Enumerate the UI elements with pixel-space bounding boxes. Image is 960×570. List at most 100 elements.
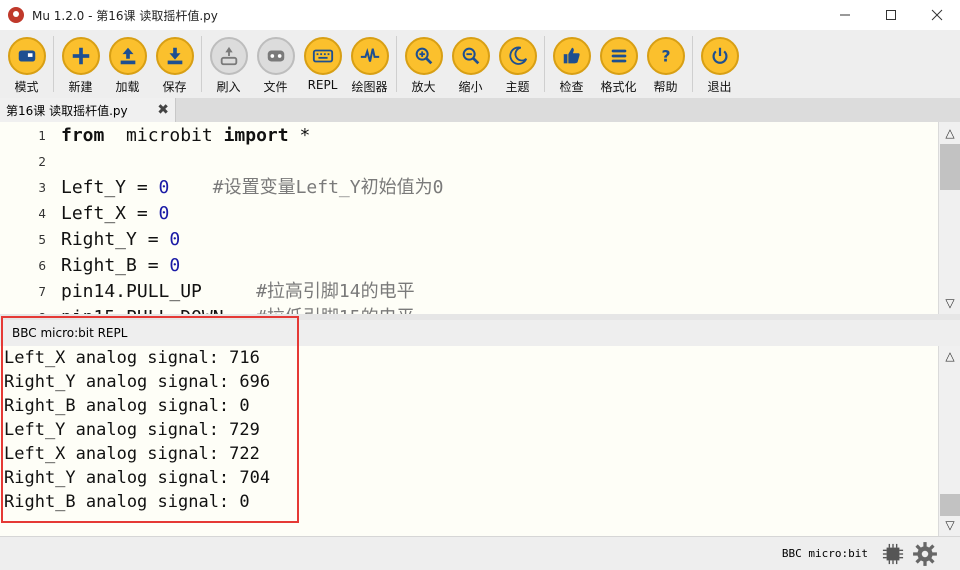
code-line[interactable]: 5 Right_Y = 0 <box>0 227 938 253</box>
line-number: 8 <box>0 305 46 314</box>
repl-line: Left_Y analog signal: 729 <box>4 420 260 440</box>
maximize-icon <box>886 10 896 20</box>
code-token: 0 <box>169 229 181 250</box>
quit-label: 退出 <box>707 80 732 94</box>
check-button[interactable]: 检查 <box>548 30 595 98</box>
plotter-button[interactable]: 绘图器 <box>346 30 393 98</box>
help-button[interactable]: ? 帮助 <box>642 30 689 98</box>
upload-icon <box>120 47 135 65</box>
gear-icon[interactable] <box>912 541 938 567</box>
files-icon <box>267 50 284 62</box>
code-text: Right_Y = 0 <box>61 227 180 253</box>
scroll-down-icon[interactable]: ▽ <box>942 295 958 311</box>
repl-line: Right_Y analog signal: 696 <box>4 372 271 392</box>
files-label: 文件 <box>263 80 288 94</box>
code-token: Right_Y = <box>61 229 170 250</box>
repl-line: Right_B analog signal: 0 <box>4 492 250 512</box>
scroll-up-icon[interactable]: △ <box>942 125 958 141</box>
question-icon: ? <box>661 48 670 66</box>
repl-line: Left_X analog signal: 716 <box>4 348 260 368</box>
code-line[interactable]: 8 pin15.PULL_DOWN #拉低引脚15的电平 <box>0 305 938 314</box>
code-token: * <box>288 125 311 146</box>
code-editor[interactable]: 1 from microbit import * 2 3 Left_Y = 0 #设置变… <box>0 122 960 314</box>
repl-line: Right_B analog signal: 0 <box>4 396 250 416</box>
line-number: 6 <box>38 259 46 273</box>
close-icon <box>931 9 943 21</box>
code-token: #设置变量Left_Y初始值为0 <box>212 177 444 198</box>
load-button[interactable]: 加载 <box>104 30 151 98</box>
code-token: 0 <box>158 177 170 198</box>
flash-label: 刷入 <box>216 80 241 94</box>
moon-icon <box>508 46 527 65</box>
maximize-button[interactable] <box>868 0 914 30</box>
code-token: Left_Y = <box>61 177 159 198</box>
tab-strip: 第16课 读取摇杆值.py ✖ <box>0 98 960 122</box>
pulse-icon <box>360 47 379 62</box>
files-button[interactable]: 文件 <box>252 30 299 98</box>
code-line[interactable]: 2 <box>0 149 938 175</box>
plus-icon <box>72 47 89 65</box>
zoom-in-label: 放大 <box>411 80 436 94</box>
save-label: 保存 <box>162 80 187 94</box>
code-text: pin15.PULL_DOWN #拉低引脚15的电平 <box>61 305 415 314</box>
code-token: 0 <box>158 203 170 224</box>
theme-button[interactable]: 主题 <box>494 30 541 98</box>
lines-icon <box>611 49 626 63</box>
repl-scrollbar[interactable]: △ ▽ <box>938 346 960 536</box>
status-mode[interactable]: BBC micro:bit <box>782 547 868 560</box>
minimize-button[interactable] <box>822 0 868 30</box>
title-bar: Mu 1.2.0 - 第16课 读取摇杆值.py <box>0 0 960 30</box>
mode-button[interactable]: 模式 <box>3 30 50 98</box>
flash-button[interactable]: 刷入 <box>205 30 252 98</box>
editor-scroll-thumb[interactable] <box>940 144 960 190</box>
chip-icon[interactable] <box>882 543 904 565</box>
new-button[interactable]: 新建 <box>57 30 104 98</box>
zoom-out-button[interactable]: 缩小 <box>447 30 494 98</box>
code-text: from microbit import * <box>61 123 310 149</box>
line-number: 2 <box>38 155 46 169</box>
mu-logo-icon <box>8 7 24 23</box>
load-label: 加载 <box>115 80 140 94</box>
window-controls <box>822 0 960 30</box>
check-label: 检查 <box>559 80 584 94</box>
code-text: Right_B = 0 <box>61 253 180 279</box>
repl-line: Left_X analog signal: 722 <box>4 444 260 464</box>
line-number: 4 <box>38 207 46 221</box>
window-title: Mu 1.2.0 - 第16课 读取摇杆值.py <box>32 8 218 23</box>
plotter-label: 绘图器 <box>351 80 388 94</box>
repl-label: REPL <box>307 78 338 92</box>
tidy-button[interactable]: 格式化 <box>595 30 642 98</box>
code-line[interactable]: 1 from microbit import * <box>0 123 938 149</box>
new-label: 新建 <box>68 80 93 94</box>
code-token: pin14.PULL_UP <box>61 281 257 302</box>
tab-file[interactable]: 第16课 读取摇杆值.py ✖ <box>0 98 176 122</box>
close-tab-icon[interactable]: ✖ <box>157 102 169 118</box>
line-number: 3 <box>38 181 46 195</box>
repl-output[interactable]: Left_X analog signal: 716 Right_Y analog … <box>0 346 960 536</box>
code-line[interactable]: 7 pin14.PULL_UP #拉高引脚14的电平 <box>0 279 938 305</box>
close-button[interactable] <box>914 0 960 30</box>
editor-scrollbar[interactable]: △ ▽ <box>938 122 960 314</box>
repl-button[interactable]: REPL <box>299 30 346 98</box>
save-button[interactable]: 保存 <box>151 30 198 98</box>
code-line[interactable]: 4 Left_X = 0 <box>0 201 938 227</box>
code-line[interactable]: 6 Right_B = 0 <box>0 253 938 279</box>
mode-icon <box>18 50 35 62</box>
code-token: Left_X = <box>61 203 159 224</box>
repl-scroll-down-icon[interactable]: ▽ <box>942 517 958 533</box>
code-token: #拉高引脚14的电平 <box>256 281 415 302</box>
download-icon <box>167 47 182 65</box>
repl-scroll-thumb[interactable] <box>940 494 960 516</box>
quit-button[interactable]: 退出 <box>696 30 743 98</box>
repl-scroll-up-icon[interactable]: △ <box>942 348 958 364</box>
code-line[interactable]: 3 Left_Y = 0 #设置变量Left_Y初始值为0 <box>0 175 938 201</box>
zoom-in-button[interactable]: 放大 <box>400 30 447 98</box>
flash-icon <box>220 46 237 66</box>
status-bar: BBC micro:bit <box>0 536 960 570</box>
thumbs-up-icon <box>563 47 580 64</box>
code-text: pin14.PULL_UP #拉高引脚14的电平 <box>61 279 415 305</box>
line-number: 1 <box>38 129 46 143</box>
zoom-out-label: 缩小 <box>458 80 483 94</box>
code-text: Left_Y = 0 #设置变量Left_Y初始值为0 <box>61 175 443 201</box>
